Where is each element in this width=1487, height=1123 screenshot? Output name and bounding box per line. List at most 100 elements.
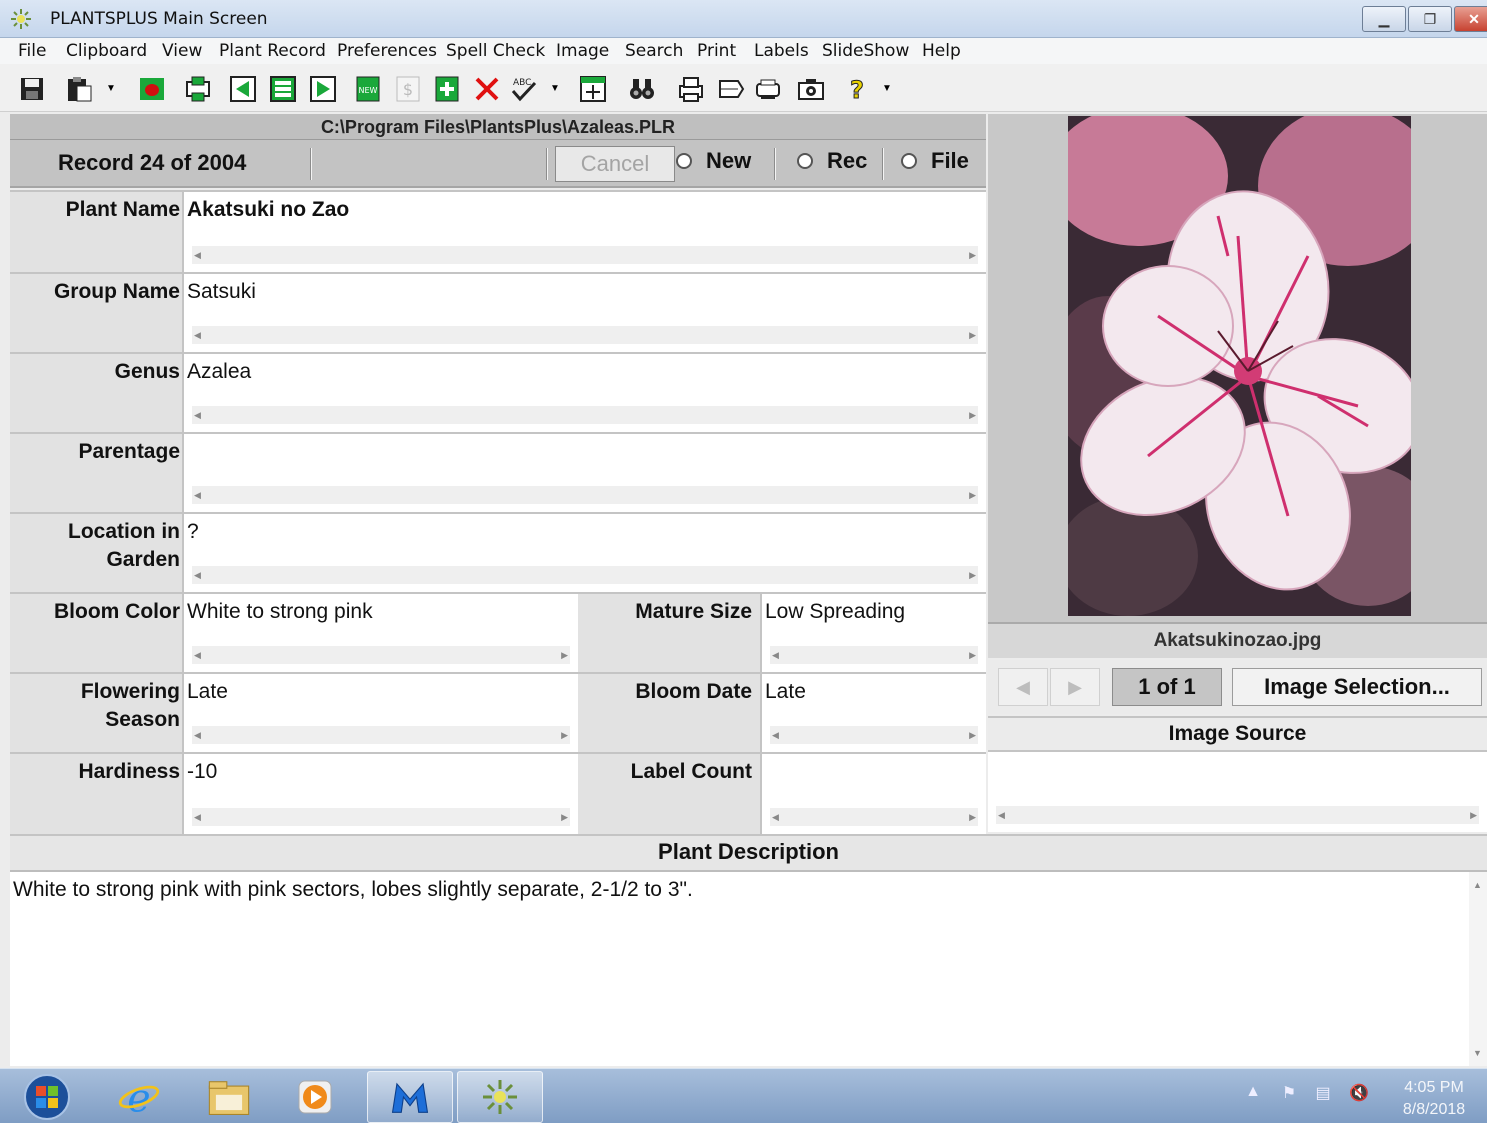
- bloom-color-field[interactable]: White to strong pink ◀ ▶: [182, 594, 578, 672]
- group-name-row: Group Name Satsuki ◀ ▶: [10, 272, 986, 352]
- menu-file[interactable]: File: [18, 41, 46, 61]
- menu-spell-check[interactable]: Spell Check: [446, 41, 545, 61]
- menu-preferences[interactable]: Preferences: [337, 41, 437, 61]
- horizontal-scrollbar[interactable]: ◀ ▶: [770, 726, 978, 744]
- menu-plant-record[interactable]: Plant Record: [219, 41, 326, 61]
- horizontal-scrollbar[interactable]: ◀ ▶: [192, 566, 978, 584]
- azalea-flower-image: [1068, 116, 1411, 616]
- file-explorer-icon[interactable]: [186, 1071, 272, 1123]
- spell-check-dropdown-icon[interactable]: ▼: [548, 78, 562, 100]
- fit-window-icon[interactable]: [576, 72, 610, 106]
- new-record-icon[interactable]: NEW: [351, 72, 385, 106]
- menu-view[interactable]: View: [162, 41, 202, 61]
- close-button[interactable]: ✕: [1454, 6, 1487, 32]
- menu-slideshow[interactable]: SlideShow: [822, 41, 909, 61]
- volume-muted-icon[interactable]: 🔇: [1346, 1083, 1372, 1109]
- previous-image-button[interactable]: ◀: [998, 668, 1048, 706]
- next-image-button[interactable]: ▶: [1050, 668, 1100, 706]
- radio-rec[interactable]: Rec: [797, 148, 867, 174]
- paste-dropdown-icon[interactable]: ▼: [104, 78, 118, 100]
- menu-print[interactable]: Print: [697, 41, 736, 61]
- horizontal-scrollbar[interactable]: ◀ ▶: [192, 326, 978, 344]
- plant-name-field[interactable]: Akatsuki no Zao ◀ ▶: [182, 192, 986, 272]
- cancel-button[interactable]: Cancel: [555, 146, 675, 182]
- radio-dot[interactable]: [901, 153, 917, 169]
- bloom-date-field[interactable]: Late ◀ ▶: [760, 674, 986, 752]
- menu-help[interactable]: Help: [922, 41, 961, 61]
- hardiness-field[interactable]: -10 ◀ ▶: [182, 754, 578, 834]
- radio-file[interactable]: File: [901, 148, 969, 174]
- horizontal-scrollbar[interactable]: ◀ ▶: [192, 808, 570, 826]
- menu-search[interactable]: Search: [625, 41, 683, 61]
- plant-description-field[interactable]: White to strong pink with pink sectors, …: [10, 872, 1487, 1066]
- system-clock[interactable]: 4:05 PM 8/8/2018: [1396, 1077, 1472, 1121]
- flowering-season-field[interactable]: Late ◀ ▶: [182, 674, 578, 752]
- action-center-flag-icon[interactable]: ⚑: [1276, 1083, 1302, 1109]
- group-name-field[interactable]: Satsuki ◀ ▶: [182, 274, 986, 352]
- label-count-field[interactable]: ◀ ▶: [760, 754, 986, 834]
- save-icon[interactable]: [15, 72, 49, 106]
- printer-icon[interactable]: [674, 72, 708, 106]
- spell-check-icon[interactable]: ABC: [507, 72, 541, 106]
- plantsplus-app-icon[interactable]: [10, 8, 32, 30]
- horizontal-scrollbar[interactable]: ◀ ▶: [192, 406, 978, 424]
- plantsplus-icon[interactable]: [457, 1071, 543, 1123]
- bloom-date-value: Late: [765, 680, 806, 703]
- image-source-field[interactable]: ◀ ▶: [988, 752, 1487, 832]
- genus-field[interactable]: Azalea ◀ ▶: [182, 354, 986, 432]
- parentage-row: Parentage ◀ ▶: [10, 432, 986, 512]
- title-bar: PLANTSPLUS Main Screen ▁ ❐ ✕: [0, 0, 1487, 38]
- horizontal-scrollbar[interactable]: ◀ ▶: [192, 726, 570, 744]
- show-hidden-icons-icon[interactable]: ▲: [1240, 1083, 1266, 1109]
- flowering-season-row: Flowering Season Late ◀ ▶ Bloom Date Late…: [10, 672, 986, 752]
- image-filename: Akatsukinozao.jpg: [988, 622, 1487, 658]
- minimize-button[interactable]: ▁: [1362, 6, 1406, 32]
- menu-image[interactable]: Image: [556, 41, 609, 61]
- horizontal-scrollbar[interactable]: ◀ ▶: [192, 486, 978, 504]
- radio-dot[interactable]: [797, 153, 813, 169]
- flowering-season-value: Late: [187, 680, 228, 703]
- image-panel: [988, 114, 1487, 622]
- maximize-button[interactable]: ❐: [1408, 6, 1452, 32]
- menu-labels[interactable]: Labels: [754, 41, 809, 61]
- plant-name-row: Plant Name Akatsuki no Zao ◀ ▶: [10, 190, 986, 272]
- location-row: Location in Garden ? ◀ ▶: [10, 512, 986, 592]
- mature-size-field[interactable]: Low Spreading ◀ ▶: [760, 594, 986, 672]
- image-selection-button[interactable]: Image Selection...: [1232, 668, 1482, 706]
- delete-icon[interactable]: [470, 72, 504, 106]
- print-preview-icon[interactable]: [181, 72, 215, 106]
- camera-icon[interactable]: [794, 72, 828, 106]
- open-icon[interactable]: [135, 72, 169, 106]
- vertical-scrollbar[interactable]: ▲ ▼: [1469, 872, 1487, 1066]
- find-icon[interactable]: [625, 72, 659, 106]
- list-icon[interactable]: [266, 72, 300, 106]
- network-icon[interactable]: ▤: [1310, 1083, 1336, 1109]
- location-field[interactable]: ? ◀ ▶: [182, 514, 986, 592]
- paste-icon[interactable]: [62, 72, 96, 106]
- plant-photo[interactable]: [1068, 116, 1411, 616]
- horizontal-scrollbar[interactable]: ◀ ▶: [770, 646, 978, 664]
- horizontal-scrollbar[interactable]: ◀ ▶: [192, 646, 570, 664]
- help-icon[interactable]: ?: [840, 72, 874, 106]
- label-icon[interactable]: [714, 72, 748, 106]
- next-record-icon[interactable]: [306, 72, 340, 106]
- menu-bar: File Clipboard View Plant Record Prefere…: [0, 38, 1487, 64]
- radio-dot[interactable]: [676, 153, 692, 169]
- start-button-icon[interactable]: [18, 1072, 76, 1122]
- price-icon[interactable]: $: [391, 72, 425, 106]
- parentage-field[interactable]: ◀ ▶: [182, 434, 986, 512]
- media-player-icon[interactable]: [272, 1071, 358, 1123]
- horizontal-scrollbar[interactable]: ◀ ▶: [996, 806, 1479, 824]
- label-printer-icon[interactable]: [751, 72, 785, 106]
- malwarebytes-icon[interactable]: [367, 1071, 453, 1123]
- menu-clipboard[interactable]: Clipboard: [66, 41, 147, 61]
- add-record-icon[interactable]: [430, 72, 464, 106]
- radio-new[interactable]: New: [676, 148, 751, 174]
- previous-record-icon[interactable]: [226, 72, 260, 106]
- horizontal-scrollbar[interactable]: ◀ ▶: [192, 246, 978, 264]
- location-value: ?: [187, 520, 199, 543]
- help-dropdown-icon[interactable]: ▼: [880, 78, 894, 100]
- group-name-label: Group Name: [53, 280, 180, 303]
- internet-explorer-icon[interactable]: e: [96, 1071, 182, 1123]
- horizontal-scrollbar[interactable]: ◀ ▶: [770, 808, 978, 826]
